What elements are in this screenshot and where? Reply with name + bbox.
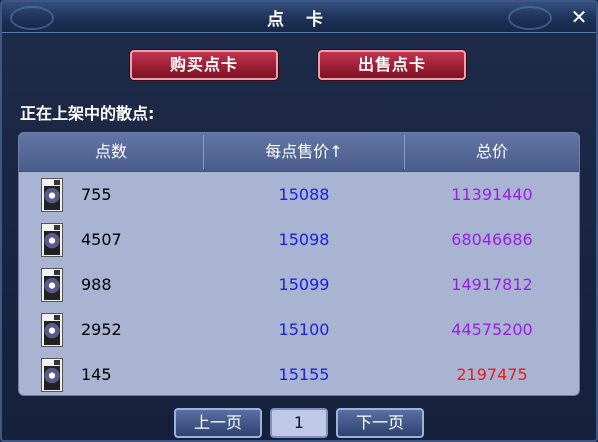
table-row[interactable]: 4507 15098 68046686	[19, 218, 579, 262]
row-total: 68046686	[451, 230, 533, 249]
table-row[interactable]: 2952 15100 44575200	[19, 308, 579, 352]
column-header-unit-price[interactable]: 每点售价↑	[204, 133, 404, 171]
close-icon[interactable]: ✕	[568, 6, 590, 28]
row-total: 14917812	[451, 275, 533, 294]
column-header-points[interactable]: 点数	[19, 133, 203, 171]
row-unit-price: 15100	[278, 320, 330, 339]
sell-card-button[interactable]: 出售点卡	[318, 50, 466, 80]
row-total: 2197475	[456, 365, 528, 384]
table-row[interactable]: 988 15099 14917812	[19, 263, 579, 307]
row-total: 11391440	[451, 185, 533, 204]
point-card-icon	[41, 223, 63, 257]
page-number: 1	[270, 408, 328, 438]
next-page-button[interactable]: 下一页	[336, 408, 424, 438]
point-card-icon	[41, 358, 63, 392]
prev-page-button[interactable]: 上一页	[174, 408, 262, 438]
point-card-icon	[41, 313, 63, 347]
row-points: 4507	[81, 230, 122, 249]
row-unit-price: 15099	[278, 275, 330, 294]
table-row[interactable]: 755 15088 11391440	[19, 173, 579, 217]
row-points: 988	[81, 275, 112, 294]
row-unit-price: 15088	[278, 185, 330, 204]
table-header: 点数 每点售价↑ 总价	[19, 133, 579, 172]
window-title: 点 卡	[267, 10, 331, 30]
listing-section-label: 正在上架中的散点:	[20, 104, 155, 123]
column-header-total[interactable]: 总价	[405, 133, 579, 171]
point-card-icon	[41, 178, 63, 212]
row-points: 2952	[81, 320, 122, 339]
row-points: 755	[81, 185, 112, 204]
point-card-icon	[41, 268, 63, 302]
row-points: 145	[81, 365, 112, 384]
table-row[interactable]: 145 15155 2197475	[19, 353, 579, 395]
buy-card-button[interactable]: 购买点卡	[130, 50, 278, 80]
listing-table: 点数 每点售价↑ 总价 755 15088 11391440 4507 15098 680…	[18, 132, 580, 396]
point-card-window: 点 卡 ✕ 购买点卡 出售点卡 正在上架中的散点: 点数 每点售价↑ 总价 75…	[0, 0, 598, 442]
row-total: 44575200	[451, 320, 533, 339]
row-unit-price: 15098	[278, 230, 330, 249]
row-unit-price: 15155	[278, 365, 330, 384]
title-bar[interactable]: 点 卡 ✕	[2, 2, 596, 33]
